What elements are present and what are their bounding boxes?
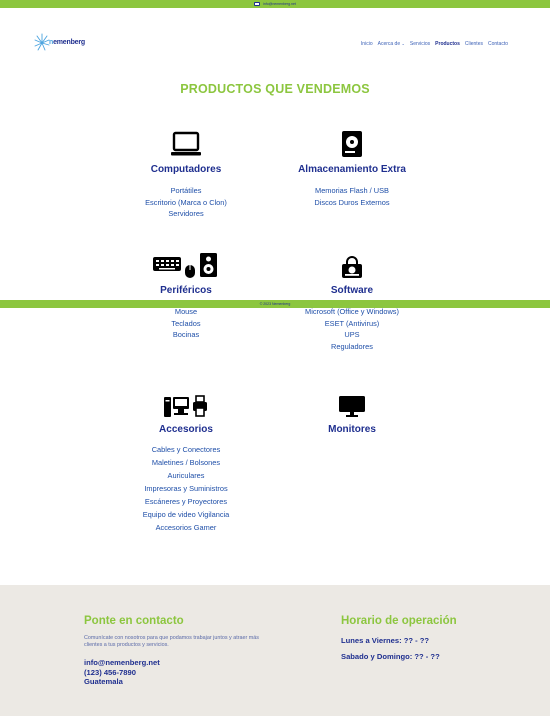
- contact-phone[interactable]: (123) 456-7890: [84, 668, 274, 678]
- list-item: Portátiles: [170, 186, 202, 195]
- nav-item-clientes[interactable]: Clientes: [465, 41, 483, 47]
- category-title: Periféricos: [160, 285, 212, 296]
- contact-location: Guatemala: [84, 677, 123, 686]
- hours-weekend: Sabado y Domingo: ?? - ??: [341, 652, 440, 661]
- contact-email[interactable]: info@nemenberg.net: [84, 658, 274, 668]
- category-title: Almacenamiento Extra: [298, 164, 406, 175]
- lock-disk-icon: [262, 250, 442, 279]
- monitor-icon: [262, 392, 442, 418]
- category-list: Microsoft (Office y Windows) ESET (Antiv…: [262, 306, 442, 352]
- category-list: Mouse Teclados Bocinas: [96, 306, 276, 341]
- top-bar: info@nemenberg.net: [0, 0, 550, 8]
- contact-title: Ponte en contacto: [84, 615, 184, 627]
- contact-info: info@nemenberg.net (123) 456-7890 Guatem…: [84, 658, 274, 687]
- category-almacenamiento: Almacenamiento Extra Memorias Flash / US…: [262, 122, 442, 208]
- list-item: Bocinas: [172, 330, 200, 339]
- hours-title: Horario de operación: [341, 615, 457, 627]
- top-bar-email[interactable]: info@nemenberg.net: [263, 0, 296, 8]
- category-accesorios: Accesorios Cables y Conectores Maletines…: [96, 392, 276, 534]
- list-item: Escritorio (Marca o Clon): [145, 197, 227, 207]
- category-title: Accesorios: [159, 424, 213, 435]
- list-item: Discos Duros Externos: [314, 197, 390, 207]
- list-item: Impresoras y Suministros: [144, 484, 228, 493]
- nav-item-inicio[interactable]: Inicio: [361, 41, 373, 47]
- desktop-printer-icon: [96, 392, 276, 418]
- category-perifericos: Periféricos Mouse Teclados Bocinas: [96, 250, 276, 341]
- list-item: UPS: [344, 330, 360, 339]
- nav-item-contacto[interactable]: Contacto: [488, 41, 508, 47]
- chevron-down-icon: ⌄: [401, 41, 405, 46]
- list-item: Servidores: [168, 209, 204, 218]
- list-item: Cables y Conectores: [151, 445, 221, 454]
- category-list: Cables y Conectores Maletines / Bolsones…: [96, 443, 276, 534]
- list-item: Equipo de video Vigilancia: [142, 510, 230, 519]
- nav-item-productos[interactable]: Productos: [435, 41, 460, 47]
- keyboard-mouse-speaker-icon: [96, 250, 276, 279]
- hard-drive-icon: [262, 122, 442, 158]
- category-title: Computadores: [150, 164, 222, 175]
- contact-section: Ponte en contacto Comunícate con nosotro…: [84, 615, 274, 687]
- list-item: Reguladores: [331, 341, 373, 351]
- nav-item-servicios[interactable]: Servicios: [410, 41, 430, 47]
- site-logo[interactable]: nemenberg: [33, 32, 85, 52]
- contact-description: Comunícate con nosotros para que podamos…: [84, 635, 259, 648]
- site-footer: Ponte en contacto Comunícate con nosotro…: [0, 585, 550, 716]
- list-item: Escáneres y Proyectores: [144, 497, 228, 506]
- category-title: Monitores: [328, 424, 376, 435]
- hours-weekdays: Lunes a Viernes: ?? - ??: [341, 636, 430, 645]
- category-list: Portátiles Escritorio (Marca o Clon) Ser…: [96, 185, 276, 220]
- mail-icon: [254, 2, 261, 6]
- list-item: Maletines / Bolsones: [151, 458, 221, 467]
- category-title: Software: [330, 285, 374, 296]
- site-header: nemenberg Inicio Acerca de ⌄ Servicios P…: [0, 8, 550, 68]
- category-computadores: Computadores Portátiles Escritorio (Marc…: [96, 122, 276, 220]
- page-title: PRODUCTOS QUE VENDEMOS: [180, 82, 370, 96]
- list-item: Auriculares: [167, 471, 205, 480]
- footer-band: © 2023 Nemenberg: [0, 300, 550, 308]
- list-item: Teclados: [171, 318, 201, 328]
- list-item: ESET (Antivirus): [324, 318, 380, 328]
- list-item: Accesorios Gamer: [155, 523, 217, 532]
- category-monitores: Monitores: [262, 392, 442, 435]
- nav-item-acerca[interactable]: Acerca de ⌄: [378, 41, 405, 47]
- main-nav: Inicio Acerca de ⌄ Servicios Productos C…: [361, 41, 508, 47]
- laptop-icon: [96, 122, 276, 158]
- category-list: Memorias Flash / USB Discos Duros Extern…: [262, 185, 442, 208]
- list-item: Memorias Flash / USB: [315, 186, 389, 195]
- hours-section: Horario de operación Lunes a Viernes: ??…: [341, 615, 511, 661]
- logo-wordmark: nemenberg: [49, 38, 85, 46]
